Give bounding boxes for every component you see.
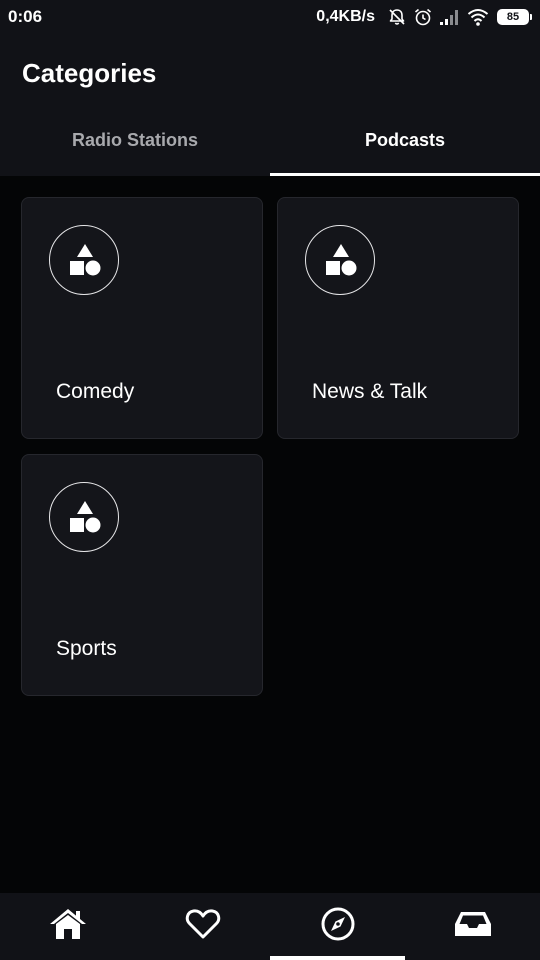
nav-home[interactable] — [0, 893, 135, 960]
shapes-icon — [49, 225, 119, 295]
tab-bar: Radio Stations Podcasts — [0, 108, 540, 176]
wifi-icon — [467, 7, 489, 27]
nav-inbox[interactable] — [405, 893, 540, 960]
bottom-navigation — [0, 893, 540, 960]
category-card-news-talk[interactable]: News & Talk — [277, 197, 519, 439]
battery-icon: 85 — [497, 9, 532, 25]
heart-icon — [185, 908, 221, 945]
compass-icon — [320, 906, 356, 947]
category-label: Comedy — [56, 380, 135, 403]
tab-radio-stations[interactable]: Radio Stations — [0, 108, 270, 176]
status-time: 0:06 — [8, 7, 43, 26]
shapes-icon — [49, 482, 119, 552]
home-icon — [49, 907, 87, 946]
shapes-icon — [305, 225, 375, 295]
nav-favorites[interactable] — [135, 893, 270, 960]
mute-bell-icon — [387, 7, 407, 27]
status-bar: 0:06 0,4KB/s 85 — [0, 0, 540, 34]
page-title: Categories — [22, 58, 157, 88]
status-icons: 0,4KB/s 85 — [316, 5, 532, 29]
category-label: Sports — [56, 637, 117, 660]
nav-browse[interactable] — [270, 893, 405, 960]
category-card-comedy[interactable]: Comedy — [21, 197, 263, 439]
category-label: News & Talk — [312, 380, 428, 403]
category-grid: Comedy News & Talk Sports — [21, 197, 519, 696]
app-header: Categories Radio Stations Podcasts — [0, 34, 540, 176]
battery-level: 85 — [497, 9, 529, 25]
signal-icon — [439, 7, 461, 27]
category-card-sports[interactable]: Sports — [21, 454, 263, 696]
inbox-icon — [453, 909, 493, 944]
alarm-icon — [413, 7, 433, 27]
tab-podcasts[interactable]: Podcasts — [270, 108, 540, 176]
network-speed: 0,4KB/s — [316, 8, 375, 25]
